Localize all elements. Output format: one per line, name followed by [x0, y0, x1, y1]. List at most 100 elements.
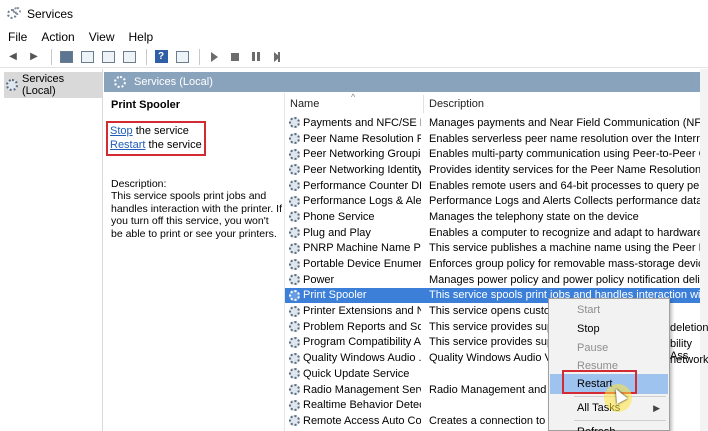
- service-name: Peer Networking Grouping: [303, 148, 421, 161]
- help-icon[interactable]: ?: [152, 49, 170, 65]
- service-gear-icon: [289, 211, 300, 223]
- service-name: Quick Update Service: [303, 367, 410, 380]
- show-hide-console-tree-icon[interactable]: [57, 49, 75, 65]
- service-gear-icon: [289, 274, 300, 286]
- row-desc-fragment: networkin: [670, 354, 708, 366]
- services-gear-icon: [114, 76, 126, 88]
- service-gear-icon: [289, 242, 300, 254]
- service-description: Enforces group policy for removable mass…: [429, 258, 708, 271]
- service-description: Manages power policy and power policy no…: [429, 273, 708, 286]
- toolbar-separator: [199, 48, 200, 65]
- service-row[interactable]: Peer Networking Grouping Enables multi-pa…: [285, 146, 708, 162]
- start-service-icon[interactable]: [205, 49, 223, 65]
- service-gear-icon: [289, 227, 300, 239]
- service-name: Plug and Play: [303, 226, 371, 239]
- service-gear-icon: [289, 399, 300, 411]
- tree-item-services-local[interactable]: Services (Local): [4, 72, 102, 98]
- service-gear-icon: [289, 336, 300, 348]
- export-list-icon[interactable]: [120, 49, 138, 65]
- service-gear-icon: [289, 195, 300, 207]
- tree-item-label: Services (Local): [22, 73, 65, 97]
- restart-service-suffix: the service: [145, 139, 202, 151]
- forward-arrow-icon[interactable]: ▶: [25, 49, 43, 65]
- service-name: Realtime Behavior Detect...: [303, 399, 421, 412]
- service-name: Radio Management Servi...: [303, 383, 421, 396]
- service-description: Manages the telephony state on the devic…: [429, 210, 639, 223]
- stop-service-action: Stop the service: [110, 125, 189, 137]
- context-menu-start[interactable]: Start: [550, 300, 668, 320]
- restart-service-link[interactable]: Restart: [110, 139, 145, 151]
- service-row[interactable]: Performance Logs & Alerts Performance Log…: [285, 193, 708, 209]
- service-name: Power: [303, 273, 335, 286]
- service-name: Phone Service: [303, 210, 375, 223]
- sort-ascending-icon: ^: [351, 92, 356, 102]
- service-description: Provides identity services for the Peer …: [429, 163, 708, 176]
- menu-bar: File Action View Help: [0, 28, 708, 46]
- refresh-icon[interactable]: [99, 49, 117, 65]
- service-row[interactable]: PNRP Machine Name Pu... This service publ…: [285, 241, 708, 257]
- service-gear-icon: [289, 289, 300, 301]
- window-title: Services: [27, 7, 74, 21]
- service-gear-icon: [289, 180, 300, 192]
- column-header-name[interactable]: Name: [290, 93, 319, 115]
- restart-service-action: Restart the service: [110, 139, 202, 151]
- service-name: Performance Logs & Alerts: [303, 195, 421, 208]
- service-description: Enables remote users and 64-bit processe…: [429, 179, 708, 192]
- context-menu-stop[interactable]: Stop: [550, 319, 668, 339]
- context-menu: Start Stop Pause Resume Restart All Task…: [548, 298, 670, 431]
- column-divider[interactable]: [423, 95, 424, 113]
- pause-service-icon[interactable]: [247, 49, 265, 65]
- service-description: Enables serverless peer name resolution …: [429, 132, 708, 145]
- service-gear-icon: [289, 117, 300, 129]
- restart-service-icon[interactable]: [268, 49, 286, 65]
- stop-service-link[interactable]: Stop: [110, 125, 133, 137]
- row-desc-fragment: deletion: [670, 322, 708, 334]
- service-gear-icon: [289, 384, 300, 396]
- selected-service-name: Print Spooler: [111, 99, 181, 111]
- service-name: Problem Reports and Sol...: [303, 320, 421, 333]
- stop-service-suffix: the service: [132, 125, 189, 137]
- console-icon[interactable]: [173, 49, 191, 65]
- service-gear-icon: [289, 415, 300, 427]
- service-details-panel: Print Spooler Stop the service Restart t…: [104, 93, 284, 431]
- service-gear-icon: [289, 133, 300, 145]
- service-name: Performance Counter DL...: [303, 179, 421, 192]
- service-name: Peer Networking Identity...: [303, 163, 421, 176]
- service-gear-icon: [289, 305, 300, 317]
- service-description: Performance Logs and Alerts Collects per…: [429, 195, 708, 208]
- menu-action[interactable]: Action: [41, 30, 74, 44]
- stop-service-icon[interactable]: [226, 49, 244, 65]
- menu-view[interactable]: View: [89, 30, 115, 44]
- service-row[interactable]: Phone Service Manages the telephony state…: [285, 209, 708, 225]
- service-row[interactable]: Plug and Play Enables a computer to recog…: [285, 225, 708, 241]
- context-menu-pause[interactable]: Pause: [550, 338, 668, 358]
- service-name: Payments and NFC/SE M...: [303, 116, 421, 129]
- panel-header-title: Services (Local): [134, 76, 213, 88]
- vertical-scrollbar[interactable]: [700, 69, 708, 431]
- service-gear-icon: [289, 352, 300, 364]
- service-row[interactable]: Peer Name Resolution Pr... Enables server…: [285, 131, 708, 147]
- menu-file[interactable]: File: [8, 30, 27, 44]
- service-row[interactable]: Power Manages power policy and power poli…: [285, 272, 708, 288]
- services-app-icon: [7, 7, 21, 21]
- service-name: Quality Windows Audio ...: [303, 352, 421, 365]
- service-description: Enables multi-party communication using …: [429, 148, 708, 161]
- properties-icon[interactable]: [78, 49, 96, 65]
- service-name: Peer Name Resolution Pr...: [303, 132, 421, 145]
- column-header-description[interactable]: Description: [429, 93, 484, 115]
- context-menu-separator: [574, 420, 666, 421]
- console-tree: Services (Local): [0, 69, 103, 431]
- service-row[interactable]: Peer Networking Identity... Provides iden…: [285, 162, 708, 178]
- context-menu-refresh[interactable]: Refresh: [550, 422, 668, 431]
- service-name: PNRP Machine Name Pu...: [303, 242, 421, 255]
- service-row[interactable]: Performance Counter DL... Enables remote …: [285, 178, 708, 194]
- service-row[interactable]: Payments and NFC/SE M... Manages payments…: [285, 115, 708, 131]
- back-arrow-icon[interactable]: ◀: [4, 49, 22, 65]
- service-name: Printer Extensions and N...: [303, 305, 421, 318]
- service-gear-icon: [289, 258, 300, 270]
- service-row[interactable]: Portable Device Enumera... Enforces group…: [285, 256, 708, 272]
- service-description: Enables a computer to recognize and adap…: [429, 226, 708, 239]
- service-name: Print Spooler: [303, 289, 367, 302]
- menu-help[interactable]: Help: [129, 30, 154, 44]
- panel-header: Services (Local): [104, 72, 708, 92]
